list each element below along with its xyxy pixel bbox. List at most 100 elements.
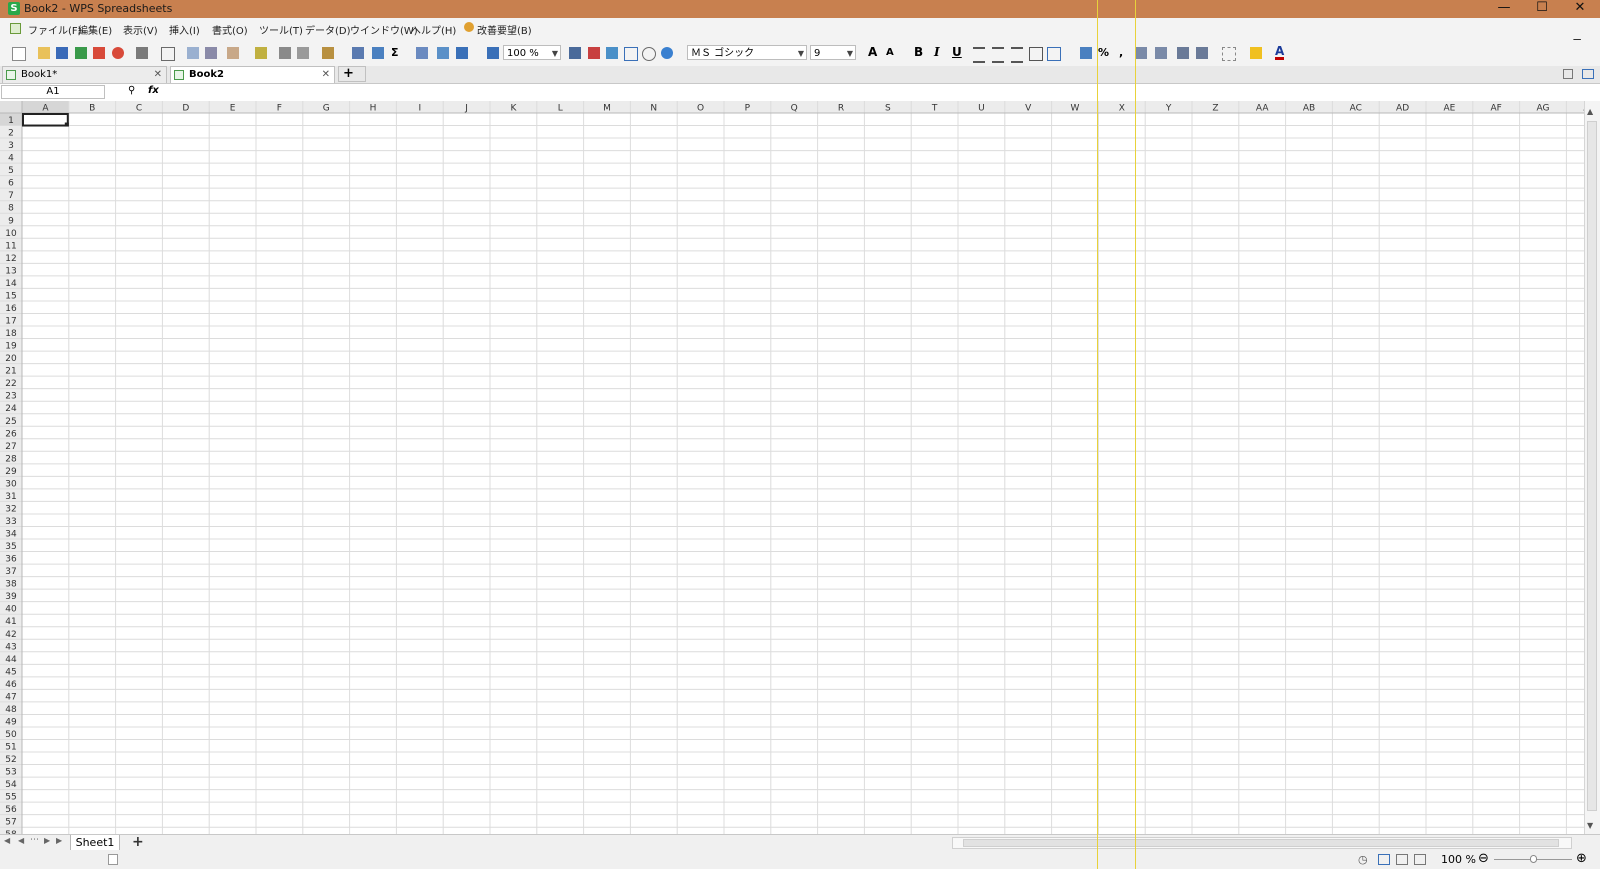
menu-window[interactable]: ウインドウ(W) [350,22,418,37]
row-header-35[interactable]: 35 [5,542,16,552]
row-header-47[interactable]: 47 [5,692,16,702]
select-all-corner[interactable] [0,101,22,113]
close-icon[interactable]: ✕ [322,67,330,82]
row-header-50[interactable]: 50 [5,730,17,740]
row-header-22[interactable]: 22 [5,379,16,389]
scroll-down-icon[interactable]: ▼ [1587,821,1593,830]
tab-book1[interactable]: Book1* ✕ [2,66,167,83]
column-header-L[interactable]: L [558,104,563,114]
tab-book2[interactable]: Book2 ✕ [170,66,335,83]
vertical-scrollbar[interactable]: ▲ ▼ [1584,101,1600,834]
print-icon[interactable] [112,47,124,59]
column-header-AD[interactable]: AD [1396,104,1409,114]
row-header-11[interactable]: 11 [5,241,16,251]
row-header-32[interactable]: 32 [5,504,16,514]
spreadsheet-grid[interactable]: A B C D E F G H I J K L M N O P Q R S T U V W X Y Z AA AB AC AD AE AF AG… [0,101,1600,834]
hyperlink-icon[interactable] [606,47,618,59]
row-header-44[interactable]: 44 [5,655,17,665]
row-header-56[interactable]: 56 [5,805,17,815]
column-header-AE[interactable]: AE [1443,104,1455,114]
grid-canvas[interactable]: A B C D E F G H I J K L M N O P Q R S T U V W X Y Z AA AB AC AD AE AF AG… [0,101,1584,834]
save-icon[interactable] [56,47,68,59]
new-icon[interactable] [12,47,26,61]
add-sheet-icon[interactable]: + [132,834,144,850]
row-header-2[interactable]: 2 [8,129,14,139]
wrap-text-icon[interactable] [1029,47,1043,61]
format-painter-icon[interactable] [227,47,239,59]
row-header-7[interactable]: 7 [8,191,14,201]
zoom-out-icon[interactable]: ⊖ [1478,851,1489,866]
row-header-23[interactable]: 23 [5,392,16,402]
zoom-level[interactable]: 100 % [1441,853,1476,866]
more-sheets-icon[interactable]: ⋯ [30,835,39,845]
menu-data[interactable]: データ(D) [305,22,351,37]
column-header-AF[interactable]: AF [1491,104,1502,114]
row-header-57[interactable]: 57 [5,818,16,828]
column-header-AB[interactable]: AB [1303,104,1315,114]
row-header-34[interactable]: 34 [5,530,17,540]
redo-icon[interactable] [279,47,291,59]
help-icon[interactable] [661,47,673,59]
open-icon[interactable] [38,47,50,59]
menu-feedback[interactable]: 改善要望(B) [477,22,532,37]
shrink-font-icon[interactable]: A [886,45,894,60]
close-icon[interactable]: ✕ [154,67,162,82]
font-color-icon[interactable]: A [1275,45,1285,60]
font-size-dropdown[interactable]: 9 ▼ [810,45,856,60]
prev-sheet-icon[interactable]: ◀ [18,836,24,845]
sheet-tab-sheet1[interactable]: Sheet1 [70,835,120,851]
column-header-B[interactable]: B [89,104,95,114]
column-header-Q[interactable]: Q [791,104,798,114]
column-header-N[interactable]: N [650,104,657,114]
spellcheck-icon[interactable] [588,47,600,59]
row-header-18[interactable]: 18 [5,329,17,339]
zoom-magnifier-icon[interactable]: ⚲ [128,85,135,96]
horizontal-scroll-thumb[interactable] [963,839,1559,847]
zoom-in-icon[interactable]: ⊕ [1576,851,1587,866]
row-header-24[interactable]: 24 [5,404,17,414]
column-header-F[interactable]: F [277,104,282,114]
row-header-13[interactable]: 13 [5,266,16,276]
page-break-icon[interactable] [1414,854,1426,865]
column-header-W[interactable]: W [1071,104,1080,114]
column-header-S[interactable]: S [885,104,891,114]
row-header-19[interactable]: 19 [5,342,17,352]
italic-button[interactable]: I [934,45,940,60]
column-header-U[interactable]: U [978,104,985,114]
merge-icon[interactable] [1047,47,1061,61]
chart-icon[interactable] [456,47,468,59]
panel-icon[interactable] [1582,69,1594,79]
name-box[interactable]: A1 [1,85,105,99]
column-header-I[interactable]: I [418,104,421,114]
column-header-R[interactable]: R [838,104,844,114]
restore-icon[interactable] [1563,69,1573,79]
menu-format[interactable]: 書式(O) [212,22,248,37]
column-header-Y[interactable]: Y [1165,104,1172,114]
menu-edit[interactable]: 編集(E) [78,22,112,37]
align-center-icon[interactable] [992,47,1004,63]
column-header-V[interactable]: V [1025,104,1032,114]
close-icon[interactable]: ✕ [1560,0,1600,18]
outdent-icon[interactable] [1196,47,1208,59]
chart-icon-2[interactable] [487,47,499,59]
row-header-3[interactable]: 3 [8,141,14,151]
scroll-up-icon[interactable]: ▲ [1587,107,1593,116]
fill-color-icon[interactable] [1250,47,1262,59]
column-header-Z[interactable]: Z [1212,104,1218,114]
column-header-A[interactable]: A [42,104,49,114]
row-header-25[interactable]: 25 [5,417,16,427]
next-sheet-icon[interactable]: ▶ [44,836,50,845]
row-header-6[interactable]: 6 [8,179,14,189]
row-header-48[interactable]: 48 [5,705,17,715]
column-header-P[interactable]: P [745,104,751,114]
column-header-E[interactable]: E [230,104,236,114]
row-header-20[interactable]: 20 [5,354,17,364]
currency-icon[interactable] [1080,47,1092,59]
row-header-40[interactable]: 40 [5,605,17,615]
history-icon[interactable]: ◷ [1358,853,1368,866]
sigma-icon[interactable]: Σ [391,45,399,60]
menu-insert[interactable]: 挿入(I) [169,22,200,37]
row-header-5[interactable]: 5 [8,166,14,176]
row-header-14[interactable]: 14 [5,279,17,289]
scroll-thumb[interactable] [1587,121,1597,811]
